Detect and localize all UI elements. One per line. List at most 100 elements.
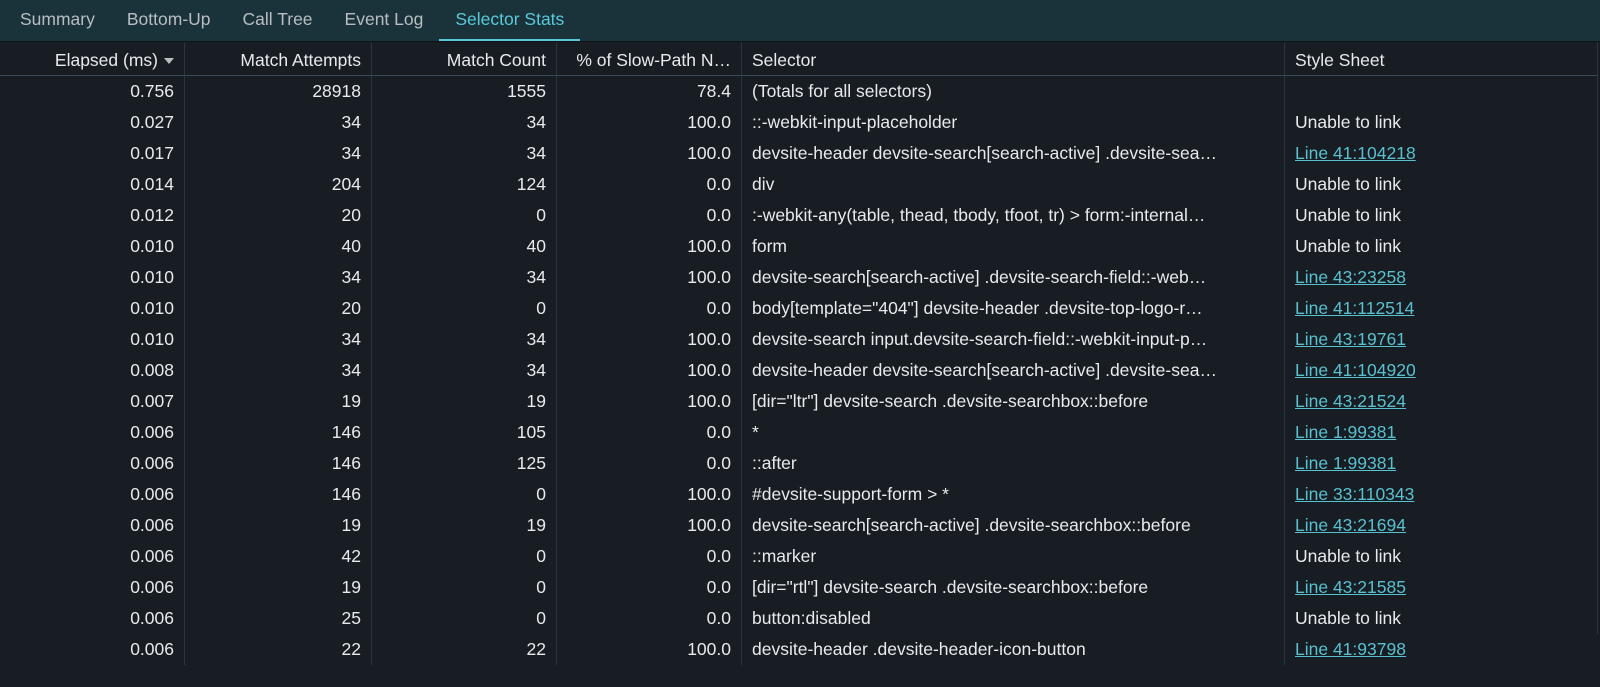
cell-elapsed: 0.010 [0, 293, 185, 324]
cell-attempts: 34 [185, 262, 372, 293]
cell-slow: 0.0 [557, 448, 742, 479]
cell-selector: div [742, 169, 1285, 200]
stylesheet-link[interactable]: Line 41:104920 [1295, 360, 1416, 380]
column-header-label: % of Slow-Path N… [576, 50, 731, 70]
cell-matches: 0 [372, 200, 557, 231]
stylesheet-link[interactable]: Line 33:110343 [1295, 484, 1414, 504]
stylesheet-link[interactable]: Line 1:99381 [1295, 453, 1396, 473]
cell-attempts: 34 [185, 138, 372, 169]
cell-matches: 34 [372, 138, 557, 169]
cell-elapsed: 0.012 [0, 200, 185, 231]
cell-slow: 100.0 [557, 386, 742, 417]
cell-selector: :-webkit-any(table, thead, tbody, tfoot,… [742, 200, 1285, 231]
cell-selector: devsite-header devsite-search[search-act… [742, 355, 1285, 386]
cell-elapsed: 0.006 [0, 448, 185, 479]
cell-elapsed: 0.006 [0, 572, 185, 603]
cell-elapsed: 0.006 [0, 603, 185, 634]
cell-elapsed: 0.027 [0, 107, 185, 138]
cell-matches: 34 [372, 324, 557, 355]
cell-attempts: 19 [185, 386, 372, 417]
cell-sheet: Unable to link [1285, 200, 1598, 231]
cell-matches: 0 [372, 572, 557, 603]
column-header-elapsed-ms[interactable]: Elapsed (ms) [0, 42, 185, 76]
cell-slow: 0.0 [557, 200, 742, 231]
cell-slow: 100.0 [557, 107, 742, 138]
cell-selector: #devsite-support-form > * [742, 479, 1285, 510]
tab-event-log[interactable]: Event Log [329, 0, 440, 41]
cell-attempts: 25 [185, 603, 372, 634]
cell-matches: 0 [372, 479, 557, 510]
cell-slow: 100.0 [557, 231, 742, 262]
column-header-of-slow-path-n[interactable]: % of Slow-Path N… [557, 42, 742, 76]
column-header-label: Match Attempts [240, 50, 361, 70]
cell-selector: form [742, 231, 1285, 262]
cell-elapsed: 0.007 [0, 386, 185, 417]
cell-sheet: Line 41:112514 [1285, 293, 1598, 324]
cell-elapsed: 0.756 [0, 76, 185, 107]
cell-selector: body[template="404"] devsite-header .dev… [742, 293, 1285, 324]
stylesheet-link[interactable]: Line 43:23258 [1295, 267, 1406, 287]
stylesheet-link[interactable]: Line 43:21524 [1295, 391, 1406, 411]
cell-elapsed: 0.008 [0, 355, 185, 386]
tab-bottom-up[interactable]: Bottom-Up [111, 0, 227, 41]
cell-slow: 0.0 [557, 541, 742, 572]
cell-selector: button:disabled [742, 603, 1285, 634]
cell-selector: ::marker [742, 541, 1285, 572]
cell-attempts: 204 [185, 169, 372, 200]
cell-matches: 22 [372, 634, 557, 665]
cell-elapsed: 0.006 [0, 541, 185, 572]
cell-slow: 100.0 [557, 355, 742, 386]
tab-selector-stats[interactable]: Selector Stats [439, 0, 580, 41]
cell-matches: 1555 [372, 76, 557, 107]
cell-matches: 19 [372, 510, 557, 541]
cell-matches: 125 [372, 448, 557, 479]
cell-slow: 100.0 [557, 138, 742, 169]
cell-elapsed: 0.010 [0, 231, 185, 262]
stylesheet-link[interactable]: Line 41:112514 [1295, 298, 1414, 318]
stylesheet-link[interactable]: Line 41:104218 [1295, 143, 1416, 163]
cell-elapsed: 0.006 [0, 634, 185, 665]
cell-selector: devsite-header .devsite-header-icon-butt… [742, 634, 1285, 665]
cell-attempts: 34 [185, 324, 372, 355]
cell-matches: 40 [372, 231, 557, 262]
cell-attempts: 20 [185, 293, 372, 324]
stylesheet-link[interactable]: Line 41:93798 [1295, 639, 1406, 659]
column-header-label: Selector [752, 50, 816, 70]
cell-sheet: Line 43:21694 [1285, 510, 1598, 541]
stylesheet-link[interactable]: Line 43:21694 [1295, 515, 1406, 535]
cell-attempts: 146 [185, 479, 372, 510]
cell-attempts: 22 [185, 634, 372, 665]
column-header-match-attempts[interactable]: Match Attempts [185, 42, 372, 76]
tab-call-tree[interactable]: Call Tree [227, 0, 329, 41]
column-header-selector[interactable]: Selector [742, 42, 1285, 76]
cell-sheet: Line 43:21585 [1285, 572, 1598, 603]
column-header-style-sheet[interactable]: Style Sheet [1285, 42, 1598, 76]
cell-attempts: 42 [185, 541, 372, 572]
cell-sheet: Line 41:104920 [1285, 355, 1598, 386]
column-header-match-count[interactable]: Match Count [372, 42, 557, 76]
cell-slow: 0.0 [557, 169, 742, 200]
cell-attempts: 34 [185, 355, 372, 386]
stylesheet-link[interactable]: Line 43:19761 [1295, 329, 1406, 349]
cell-matches: 19 [372, 386, 557, 417]
cell-matches: 105 [372, 417, 557, 448]
cell-attempts: 146 [185, 448, 372, 479]
cell-attempts: 146 [185, 417, 372, 448]
cell-sheet: Unable to link [1285, 541, 1598, 572]
cell-attempts: 19 [185, 572, 372, 603]
cell-attempts: 28918 [185, 76, 372, 107]
cell-sheet: Line 41:104218 [1285, 138, 1598, 169]
cell-sheet: Line 43:19761 [1285, 324, 1598, 355]
stylesheet-link[interactable]: Line 43:21585 [1295, 577, 1406, 597]
sort-descending-icon [164, 58, 174, 64]
cell-elapsed: 0.006 [0, 479, 185, 510]
tab-summary[interactable]: Summary [4, 0, 111, 41]
cell-slow: 0.0 [557, 293, 742, 324]
stylesheet-link[interactable]: Line 1:99381 [1295, 422, 1396, 442]
selector-stats-table: Elapsed (ms) Match Attempts Match Count % o… [0, 42, 1600, 665]
cell-selector: ::-webkit-input-placeholder [742, 107, 1285, 138]
cell-matches: 34 [372, 355, 557, 386]
cell-elapsed: 0.006 [0, 417, 185, 448]
cell-sheet: Line 1:99381 [1285, 448, 1598, 479]
cell-selector: devsite-search input.devsite-search-fiel… [742, 324, 1285, 355]
